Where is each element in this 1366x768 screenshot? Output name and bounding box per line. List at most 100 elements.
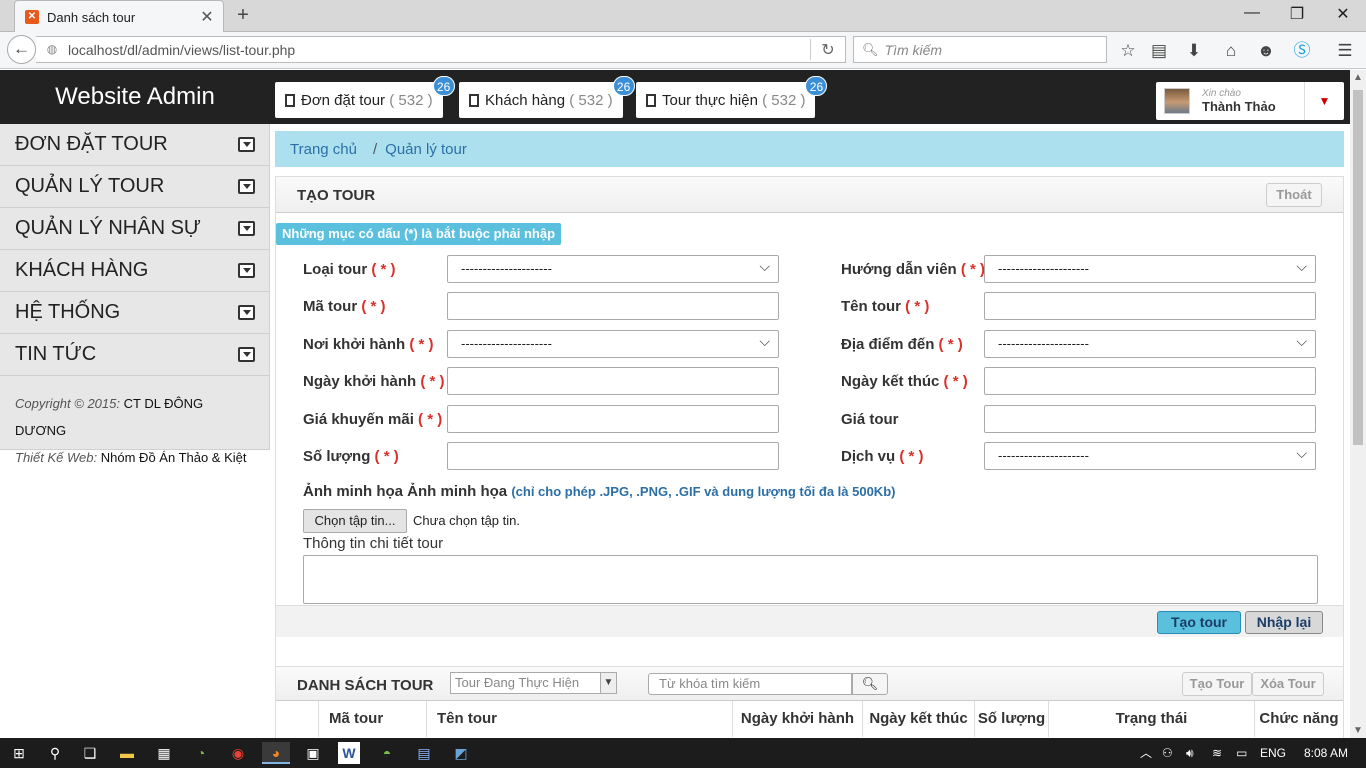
page-scrollbar[interactable]: ▲ ▼ <box>1350 70 1366 738</box>
file-explorer-icon[interactable]: ▬ <box>116 742 138 764</box>
word-icon[interactable]: W <box>338 742 360 764</box>
header-tab-customers[interactable]: Khách hàng ( 532 ) 26 <box>459 76 635 118</box>
tray-expand-icon[interactable]: ︿ <box>1140 738 1152 768</box>
sidebar-item-orders[interactable]: ĐƠN ĐẶT TOUR <box>0 124 269 166</box>
app-icon[interactable]: ▣ <box>302 742 324 764</box>
minimize-icon[interactable]: — <box>1242 4 1262 22</box>
network-people-icon[interactable]: ⚇ <box>1162 738 1173 768</box>
promo-price-input[interactable] <box>447 405 779 433</box>
dropdown-toggle-icon[interactable] <box>238 137 255 152</box>
column-header[interactable]: Số lượng <box>974 701 1048 737</box>
scroll-down-icon[interactable]: ▼ <box>1353 725 1363 736</box>
breadcrumb-current[interactable]: Quản lý tour <box>385 141 467 158</box>
dropdown-toggle-icon[interactable] <box>238 221 255 236</box>
language-indicator[interactable]: ENG <box>1260 738 1286 768</box>
reading-list-icon[interactable]: ▤ <box>1148 40 1170 62</box>
home-icon[interactable]: ⌂ <box>1220 40 1242 62</box>
column-header[interactable]: Chức năng <box>1254 701 1343 737</box>
app-icon[interactable]: ◓ <box>376 742 398 764</box>
tour-price-input[interactable] <box>984 405 1316 433</box>
column-header[interactable]: Ngày khởi hành <box>732 701 862 737</box>
app-icon[interactable]: ◔ <box>190 742 212 764</box>
chrome-icon[interactable]: ◉ <box>227 742 249 764</box>
column-header[interactable]: Tên tour <box>426 701 732 737</box>
brand-title[interactable]: Website Admin <box>0 70 270 124</box>
tour-search-input[interactable]: Từ khóa tìm kiếm <box>648 673 852 695</box>
file-status: Chưa chọn tập tin. <box>413 513 520 528</box>
scroll-up-icon[interactable]: ▲ <box>1353 72 1363 83</box>
tab-close-icon[interactable]: ✕ <box>197 7 217 27</box>
sidebar-item-customers[interactable]: KHÁCH HÀNG <box>0 250 269 292</box>
header-tab-orders[interactable]: Đơn đặt tour ( 532 ) 26 <box>275 76 455 118</box>
dropdown-toggle-icon[interactable] <box>238 305 255 320</box>
tour-type-select[interactable]: --------------------- <box>447 253 779 283</box>
search-button[interactable]: 🔍︎ <box>852 673 888 695</box>
browser-search-input[interactable]: 🔍︎ Tìm kiếm <box>853 36 1107 63</box>
url-text[interactable]: localhost/dl/admin/views/list-tour.php <box>68 42 810 58</box>
chevron-down-icon[interactable]: ▼ <box>600 673 616 693</box>
reload-icon[interactable]: ↻ <box>811 40 845 60</box>
notepad-icon[interactable]: ▤ <box>413 742 435 764</box>
address-bar[interactable]: ◍ localhost/dl/admin/views/list-tour.php… <box>36 36 846 63</box>
menu-icon[interactable]: ☰ <box>1334 40 1356 62</box>
restore-icon[interactable]: ❐ <box>1287 4 1307 24</box>
required-mark: ( * ) <box>409 336 434 353</box>
back-arrow-icon[interactable]: ← <box>7 35 36 64</box>
column-header[interactable]: Trạng thái <box>1048 701 1254 737</box>
exit-button[interactable]: Thoát <box>1266 183 1322 207</box>
reset-button[interactable]: Nhập lại <box>1245 611 1323 634</box>
detail-label: Thông tin chi tiết tour <box>303 535 444 552</box>
user-dropdown-icon[interactable]: ▼ <box>1304 82 1344 120</box>
firefox-icon[interactable]: ◕ <box>262 742 290 764</box>
end-date-input[interactable] <box>984 367 1316 395</box>
departure-place-select[interactable]: --------------------- <box>447 328 779 358</box>
guide-select[interactable]: --------------------- <box>984 253 1316 283</box>
delete-tour-button[interactable]: Xóa Tour <box>1252 672 1324 696</box>
window-close-icon[interactable]: ✕ <box>1333 4 1353 24</box>
detail-textarea[interactable] <box>303 555 1318 604</box>
download-icon[interactable]: ⬇ <box>1183 40 1205 62</box>
task-view-icon[interactable]: ❑ <box>79 742 101 764</box>
tour-code-input[interactable] <box>447 292 779 320</box>
app-icon[interactable]: ▦ <box>153 742 175 764</box>
choose-file-button[interactable]: Chọn tập tin... <box>303 509 407 533</box>
start-date-input[interactable] <box>447 367 779 395</box>
breadcrumb-home[interactable]: Trang chủ <box>290 141 357 158</box>
service-select[interactable]: --------------------- <box>984 440 1316 470</box>
field-label-departure-place: Nơi khởi hành ( * ) <box>303 336 434 353</box>
windows-start-icon[interactable]: ⊞ <box>8 742 30 764</box>
column-header[interactable]: Mã tour <box>318 701 426 737</box>
tour-status-filter[interactable]: Tour Đang Thực Hiện ▼ <box>450 672 617 694</box>
browser-tab[interactable]: ✕ Danh sách tour ✕ <box>14 0 224 33</box>
user-menu[interactable]: Xin chào Thành Thảo ▼ <box>1156 82 1344 120</box>
chat-icon[interactable]: ☻ <box>1255 40 1277 62</box>
header-tab-running-tours[interactable]: Tour thực hiện ( 532 ) 26 <box>636 76 828 118</box>
tour-name-input[interactable] <box>984 292 1316 320</box>
create-tour-list-button[interactable]: Tạo Tour <box>1182 672 1252 696</box>
site-info-icon[interactable]: ◍ <box>42 42 62 58</box>
sidebar-item-staff[interactable]: QUẢN LÝ NHÂN SỰ <box>0 208 269 250</box>
clock[interactable]: 8:08 AM <box>1304 738 1348 768</box>
label-text: Loại tour <box>303 261 368 278</box>
new-tab-icon[interactable]: + <box>232 4 254 27</box>
dropdown-toggle-icon[interactable] <box>238 347 255 362</box>
scrollbar-thumb[interactable] <box>1353 90 1363 445</box>
dropdown-toggle-icon[interactable] <box>238 179 255 194</box>
breadcrumb: Trang chủ / Quản lý tour <box>275 131 1344 167</box>
destination-select[interactable]: --------------------- <box>984 328 1316 358</box>
column-header[interactable]: Ngày kết thúc <box>862 701 974 737</box>
app-icon[interactable]: ◩ <box>450 742 472 764</box>
skype-icon[interactable]: Ⓢ <box>1291 40 1313 62</box>
sidebar-item-system[interactable]: HỆ THỐNG <box>0 292 269 334</box>
create-tour-button[interactable]: Tạo tour <box>1157 611 1241 634</box>
volume-icon[interactable]: 🔊︎ <box>1186 738 1194 768</box>
sidebar-item-tours[interactable]: QUẢN LÝ TOUR <box>0 166 269 208</box>
sidebar-item-label: TIN TỨC <box>15 343 97 365</box>
bookmark-star-icon[interactable]: ☆ <box>1117 40 1139 62</box>
wifi-icon[interactable]: ≋ <box>1212 738 1222 768</box>
dropdown-toggle-icon[interactable] <box>238 263 255 278</box>
action-center-icon[interactable]: ▭ <box>1236 738 1247 768</box>
sidebar-item-news[interactable]: TIN TỨC <box>0 334 269 376</box>
search-icon[interactable]: ⚲ <box>44 742 66 764</box>
quantity-input[interactable] <box>447 442 779 470</box>
